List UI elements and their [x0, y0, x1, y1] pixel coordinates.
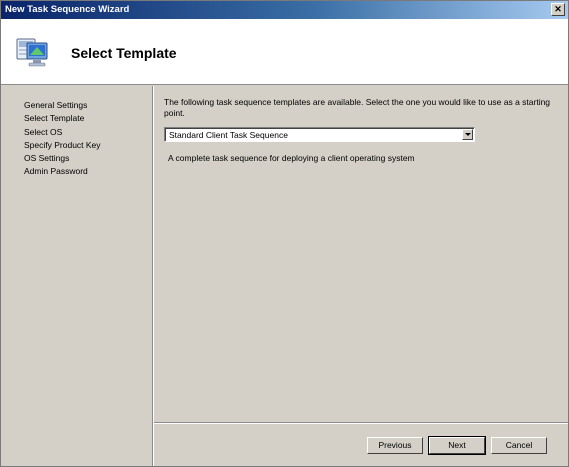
- nav-step-admin-password[interactable]: Admin Password: [24, 165, 101, 178]
- wizard-window: New Task Sequence Wizard ✕ Select Templa…: [0, 0, 569, 467]
- footer-divider-highlight: [154, 423, 568, 424]
- nav-step-select-os[interactable]: Select OS: [24, 126, 101, 139]
- nav-step-specify-product-key[interactable]: Specify Product Key: [24, 139, 101, 152]
- window-title: New Task Sequence Wizard: [5, 4, 130, 15]
- nav-step-os-settings[interactable]: OS Settings: [24, 152, 101, 165]
- wizard-content: The following task sequence templates ar…: [154, 86, 568, 422]
- close-button[interactable]: ✕: [551, 3, 565, 16]
- template-description: A complete task sequence for deploying a…: [168, 153, 415, 163]
- dropdown-button[interactable]: [462, 129, 473, 140]
- next-button[interactable]: Next: [428, 436, 486, 455]
- wizard-header: Select Template: [1, 19, 568, 85]
- computer-icon: [16, 38, 48, 67]
- previous-button[interactable]: Previous: [367, 437, 423, 454]
- cancel-button[interactable]: Cancel: [491, 437, 547, 454]
- wizard-steps-nav: General Settings Select Template Select …: [1, 86, 153, 466]
- nav-step-general-settings[interactable]: General Settings: [24, 99, 101, 112]
- template-select[interactable]: Standard Client Task Sequence: [164, 127, 475, 142]
- chevron-down-icon: [465, 133, 471, 136]
- title-bar[interactable]: New Task Sequence Wizard ✕: [1, 1, 568, 19]
- close-icon: ✕: [554, 4, 562, 14]
- nav-step-select-template[interactable]: Select Template: [24, 112, 101, 125]
- intro-text: The following task sequence templates ar…: [164, 97, 551, 118]
- template-select-value: Standard Client Task Sequence: [169, 130, 288, 140]
- page-title: Select Template: [71, 45, 177, 61]
